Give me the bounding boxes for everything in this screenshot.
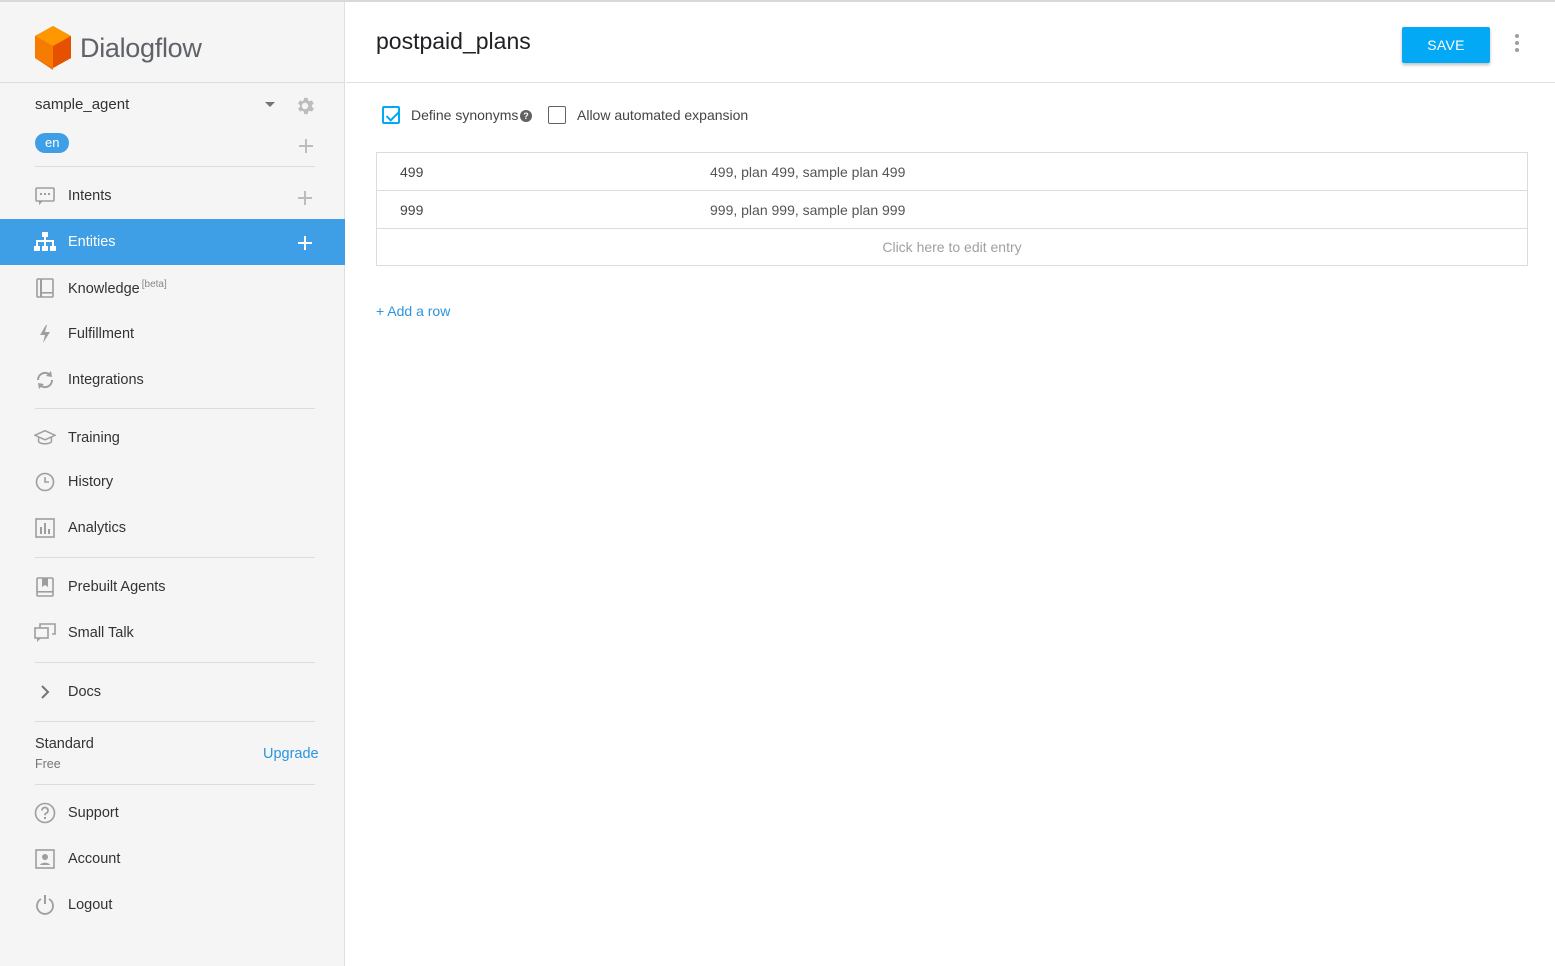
sidebar-item-label: Docs <box>68 684 102 700</box>
beta-badge: [beta] <box>141 279 167 291</box>
sidebar-item-label: Account <box>68 851 121 867</box>
add-row-link[interactable]: + Add a row <box>376 303 450 319</box>
bookmark-book-icon <box>34 576 56 598</box>
divider <box>35 557 315 558</box>
automated-expansion-label: Allow automated expansion <box>577 107 749 123</box>
sidebar-item-label-wrap: Knowledge [beta] <box>68 279 167 297</box>
sidebar-item-label: Fulfillment <box>68 326 135 342</box>
define-synonyms-label: Define synonyms <box>411 107 519 123</box>
sidebar-item-fulfillment[interactable]: Fulfillment <box>0 311 345 357</box>
divider <box>35 408 315 409</box>
sidebar-item-label: Integrations <box>68 372 144 388</box>
graduation-cap-icon <box>34 427 56 449</box>
synonyms-value[interactable]: 499, plan 499, sample plan 499 <box>710 164 905 180</box>
chat-bubble-icon <box>34 185 56 207</box>
gear-icon[interactable] <box>294 95 316 117</box>
sidebar: Dialogflow sample_agent en Intents Entit… <box>0 2 345 966</box>
lightning-icon <box>34 323 56 345</box>
sidebar-item-integrations[interactable]: Integrations <box>0 357 345 403</box>
sidebar-item-logout[interactable]: Logout <box>0 882 345 928</box>
entity-header: postpaid_plans SAVE <box>346 2 1555 83</box>
add-language-icon[interactable] <box>299 139 313 153</box>
divider <box>35 662 315 663</box>
sidebar-item-label: Entities <box>68 234 116 250</box>
account-box-icon <box>34 848 56 870</box>
sidebar-item-support[interactable]: Support <box>0 790 345 836</box>
reference-value[interactable]: 999 <box>400 202 423 218</box>
sidebar-item-label: Small Talk <box>68 625 134 641</box>
language-badge[interactable]: en <box>35 133 70 153</box>
agent-selector[interactable]: sample_agent <box>35 94 320 118</box>
brand-name: Dialogflow <box>80 32 202 63</box>
chevron-right-icon <box>34 681 56 703</box>
sidebar-item-label: Intents <box>68 188 112 204</box>
sidebar-item-label: Knowledge <box>68 280 140 297</box>
book-icon <box>34 277 56 299</box>
edit-entry-hint[interactable]: Click here to edit entry <box>377 239 1527 255</box>
table-row[interactable]: 999 999, plan 999, sample plan 999 <box>377 191 1527 229</box>
help-icon[interactable]: ? <box>520 110 532 122</box>
reference-value[interactable]: 499 <box>400 164 423 180</box>
define-synonyms-checkbox[interactable] <box>382 106 400 124</box>
agent-name: sample_agent <box>35 96 130 113</box>
sidebar-item-label: Support <box>68 805 119 821</box>
chevron-down-icon[interactable] <box>265 102 275 107</box>
more-options-icon[interactable] <box>1515 34 1521 54</box>
add-intent-icon[interactable] <box>298 191 312 205</box>
sidebar-item-history[interactable]: History <box>0 459 345 505</box>
divider <box>35 784 315 785</box>
hierarchy-icon <box>34 231 56 253</box>
new-entry-row[interactable]: Click here to edit entry <box>377 229 1527 265</box>
entity-title[interactable]: postpaid_plans <box>376 28 531 55</box>
automated-expansion-checkbox[interactable] <box>548 106 566 124</box>
upgrade-link[interactable]: Upgrade <box>263 746 319 762</box>
bar-chart-icon <box>34 517 56 539</box>
sidebar-item-label: Training <box>68 430 120 446</box>
sync-icon <box>34 369 56 391</box>
sidebar-item-label: Analytics <box>68 520 127 536</box>
divider <box>35 721 315 722</box>
sidebar-item-small-talk[interactable]: Small Talk <box>0 610 345 656</box>
sidebar-item-prebuilt-agents[interactable]: Prebuilt Agents <box>0 564 345 610</box>
add-entity-icon[interactable] <box>298 236 312 250</box>
sidebar-item-entities[interactable]: Entities <box>0 219 345 265</box>
divider <box>35 166 315 167</box>
sidebar-item-training[interactable]: Training <box>0 415 345 461</box>
plan-tier: Free <box>35 757 61 771</box>
power-icon <box>34 894 56 916</box>
synonyms-value[interactable]: 999, plan 999, sample plan 999 <box>710 202 905 218</box>
logo[interactable]: Dialogflow <box>34 24 202 72</box>
sidebar-item-label: Logout <box>68 897 113 913</box>
help-circle-icon <box>34 802 56 824</box>
sidebar-item-label: History <box>68 474 114 490</box>
save-button[interactable]: SAVE <box>1402 27 1490 63</box>
entity-entries-table: 499 499, plan 499, sample plan 499 999 9… <box>376 152 1528 266</box>
sidebar-item-account[interactable]: Account <box>0 836 345 882</box>
dialogflow-logo-icon <box>35 26 71 70</box>
sidebar-item-knowledge[interactable]: Knowledge [beta] <box>0 265 345 311</box>
chat-bubbles-icon <box>34 622 56 644</box>
clock-icon <box>34 471 56 493</box>
sidebar-item-analytics[interactable]: Analytics <box>0 505 345 551</box>
divider <box>0 82 345 83</box>
sidebar-item-label: Prebuilt Agents <box>68 579 166 595</box>
sidebar-item-docs[interactable]: Docs <box>0 669 345 715</box>
sidebar-item-intents[interactable]: Intents <box>0 173 345 219</box>
table-row[interactable]: 499 499, plan 499, sample plan 499 <box>377 153 1527 191</box>
plan-name: Standard <box>35 736 94 752</box>
